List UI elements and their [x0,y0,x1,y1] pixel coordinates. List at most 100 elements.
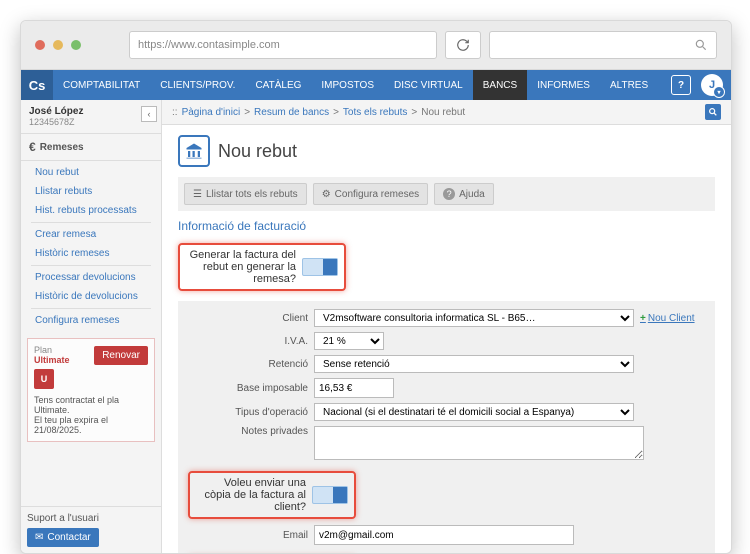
gear-icon: ⚙ [322,189,331,200]
search-icon [694,38,708,52]
url-text: https://www.contasimple.com [138,39,280,51]
nav-altres[interactable]: ALTRES [600,70,658,100]
refresh-icon [456,38,470,52]
window-close-dot[interactable] [35,40,45,50]
tool-ajuda[interactable]: ? Ajuda [434,183,494,205]
nav-disc[interactable]: DISC VIRTUAL [384,70,473,100]
tool-help-label: Ajuda [459,189,485,200]
crumb-home[interactable]: Pàgina d'inici [182,107,241,118]
mail-icon: ✉ [35,532,43,543]
textarea-notes[interactable] [314,426,644,460]
label-enviar-copia: Voleu enviar una còpia de la factura al … [196,477,306,513]
page-toolbar: ☰ Llistar tots els rebuts ⚙ Configura reme… [178,177,715,211]
help-icon: ? [443,188,455,200]
sidebar-link-configura[interactable]: Configura remeses [21,311,161,330]
nav-bancs[interactable]: BANCS [473,70,527,100]
crumb-tots[interactable]: Tots els rebuts [343,107,407,118]
refresh-button[interactable] [445,31,481,59]
sidebar-link-llistar[interactable]: Llistar rebuts [21,182,161,201]
page-title-row: Nou rebut [178,135,715,167]
plan-line1: Tens contractat el pla Ultimate. [34,395,148,415]
sidebar-link-hist-rebuts[interactable]: Hist. rebuts processats [21,201,161,220]
sidebar-section-label: Remeses [40,142,84,153]
window-max-dot[interactable] [71,40,81,50]
contact-button[interactable]: ✉ Contactar [27,528,99,547]
top-nav: Cs COMPTABILITAT CLIENTS/PROV. CATÀLEG I… [21,70,731,100]
label-tipus: Tipus d'operació [188,407,308,418]
renew-button[interactable]: Renovar [94,346,148,365]
bank-icon [178,135,210,167]
tool-config-label: Configura remeses [335,189,419,200]
label-client: Client [188,313,308,324]
highlight-generar-factura: Generar la factura del rebut en generar … [178,243,346,291]
plan-badge: U [34,369,54,389]
select-tipus-operacio[interactable]: Nacional (si el destinatari té el domici… [314,403,634,421]
breadcrumb-sep: :: [172,107,178,118]
list-icon: ☰ [193,189,202,200]
label-iva: I.V.A. [188,336,308,347]
support-label: Suport a l'usuari [27,513,155,524]
plus-icon: + [640,313,646,324]
label-base: Base imposable [188,383,308,394]
browser-chrome: https://www.contasimple.com [21,21,731,70]
plan-title: Plan [34,345,70,355]
input-base-imposable[interactable] [314,378,394,398]
nav-informes[interactable]: INFORMES [527,70,600,100]
nav-impostos[interactable]: IMPOSTOS [311,70,384,100]
crumb-resum[interactable]: Resum de bancs [254,107,329,118]
link-nou-client[interactable]: +Nou Client [640,313,695,324]
label-notes: Notes privades [188,426,308,437]
toggle-enviar-copia[interactable] [312,486,348,504]
select-retencio[interactable]: Sense retenció [314,355,634,373]
sidebar: José López 12345678Z ‹ € Remeses Nou reb… [21,100,162,553]
link-nou-client-label: Nou Client [648,313,695,324]
sidebar-link-hist-remeses[interactable]: Històric remeses [21,244,161,263]
toggle-generar-factura[interactable] [302,258,338,276]
app-logo[interactable]: Cs [21,70,53,100]
search-icon [708,107,718,117]
avatar-badge-icon: ▾ [713,86,725,98]
euro-icon: € [29,140,36,154]
sidebar-link-hist-devol[interactable]: Històric de devolucions [21,287,161,306]
breadcrumb: :: Pàgina d'inici > Resum de bancs > Tot… [162,100,731,125]
input-email[interactable] [314,525,574,545]
sidebar-links: Nou rebut Llistar rebuts Hist. rebuts pr… [21,161,161,332]
sidebar-link-crear-remesa[interactable]: Crear remesa [21,225,161,244]
tool-list-label: Llistar tots els rebuts [206,189,298,200]
nav-clients[interactable]: CLIENTS/PROV. [150,70,245,100]
url-bar[interactable]: https://www.contasimple.com [129,31,437,59]
user-avatar[interactable]: J▾ [701,74,723,96]
tool-config-remeses[interactable]: ⚙ Configura remeses [313,183,428,205]
plan-line2: El teu pla expira el 21/08/2025. [34,415,148,435]
select-client[interactable]: V2msoftware consultoria informatica SL -… [314,309,634,327]
contact-button-label: Contactar [47,532,90,543]
user-name: José López [29,106,153,117]
browser-window: https://www.contasimple.com Cs COMPTABIL… [20,20,732,554]
plan-name: Ultimate [34,355,70,365]
page-title: Nou rebut [218,141,297,162]
sidebar-footer: Suport a l'usuari ✉ Contactar [21,506,161,553]
nav-comptabilitat[interactable]: COMPTABILITAT [53,70,150,100]
label-retencio: Retenció [188,359,308,370]
select-iva[interactable]: 21 % [314,332,384,350]
browser-search[interactable] [489,31,717,59]
highlight-enviar-copia: Voleu enviar una còpia de la factura al … [188,471,356,519]
plan-box: Plan Ultimate Renovar U Tens contractat … [27,338,155,442]
user-id: 12345678Z [29,117,153,127]
main-area: :: Pàgina d'inici > Resum de bancs > Tot… [162,100,731,553]
sidebar-section-remeses: € Remeses [21,134,161,161]
nav-cataleg[interactable]: CATÀLEG [245,70,311,100]
sidebar-link-nou-rebut[interactable]: Nou rebut [21,163,161,182]
label-generar-factura: Generar la factura del rebut en generar … [186,249,296,285]
section-info-fact: Informació de facturació [178,219,715,233]
sidebar-link-devolucions[interactable]: Processar devolucions [21,268,161,287]
sidebar-user-block: José López 12345678Z ‹ [21,100,161,134]
breadcrumb-search-button[interactable] [705,104,721,120]
sidebar-collapse-button[interactable]: ‹ [141,106,157,122]
help-icon[interactable]: ? [671,75,691,95]
crumb-current: Nou rebut [421,107,465,118]
form-area: Client V2msoftware consultoria informati… [178,301,715,553]
window-min-dot[interactable] [53,40,63,50]
tool-list-rebuts[interactable]: ☰ Llistar tots els rebuts [184,183,307,205]
label-email: Email [248,530,308,541]
